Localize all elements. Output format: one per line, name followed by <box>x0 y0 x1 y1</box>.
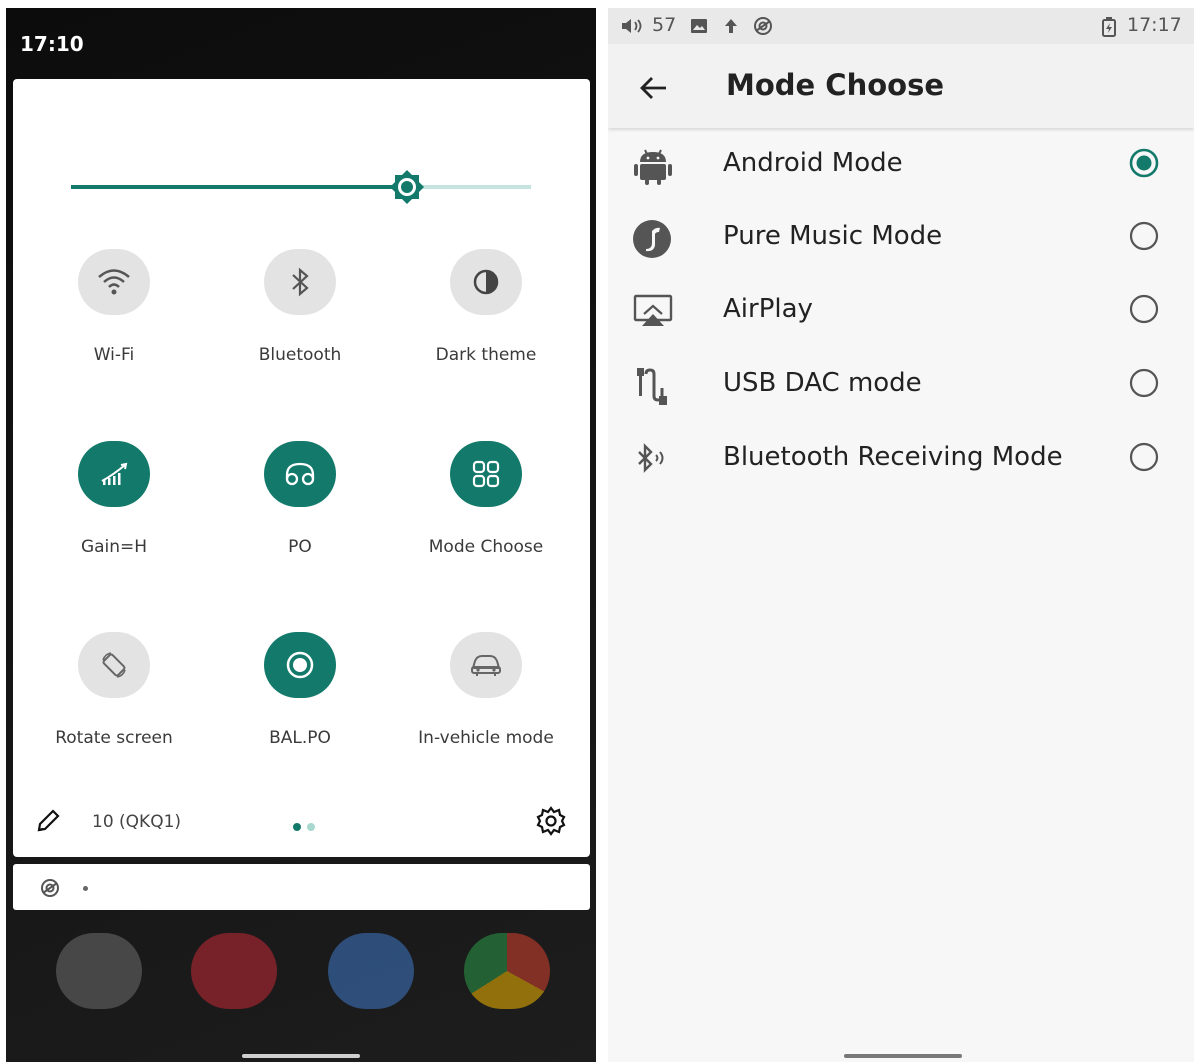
page-title: Mode Choose <box>726 68 945 102</box>
chrome-app-icon[interactable] <box>464 933 550 1009</box>
android-icon <box>632 146 674 186</box>
brightness-thumb-icon <box>390 170 424 204</box>
radio-unselected-icon[interactable] <box>1129 368 1159 398</box>
home-gesture-bar[interactable] <box>844 1054 962 1058</box>
mode-label: Android Mode <box>723 148 903 178</box>
usb-cable-icon <box>632 366 674 406</box>
edit-icon[interactable] <box>35 808 61 838</box>
tile-label: In-vehicle mode <box>418 728 554 748</box>
mode-label: Bluetooth Receiving Mode <box>723 442 1063 472</box>
tile-gain[interactable]: Gain=H <box>21 441 207 561</box>
mode-label: AirPlay <box>723 294 813 324</box>
battery-charging-icon <box>1102 17 1116 37</box>
mode-row-airplay[interactable]: AirPlay <box>608 274 1194 346</box>
rotate-icon <box>78 632 150 698</box>
home-dock <box>6 918 596 1038</box>
left-phone-screen: 17:10 Wi-Fi Bluetooth Dark theme Gain=H … <box>6 8 596 1062</box>
wifi-icon <box>78 249 150 315</box>
status-time: 17:17 <box>1127 14 1182 36</box>
tile-wifi[interactable]: Wi-Fi <box>21 249 207 369</box>
tile-in-vehicle-mode[interactable]: In-vehicle mode <box>393 632 579 752</box>
tile-dark-theme[interactable]: Dark theme <box>393 249 579 369</box>
tile-label: Bluetooth <box>258 345 342 365</box>
mode-row-bluetooth-receiving[interactable]: Bluetooth Receiving Mode <box>608 422 1194 494</box>
files-app-icon[interactable] <box>328 933 414 1009</box>
tile-bal-po[interactable]: BAL.PO <box>207 632 393 752</box>
music-note-icon <box>632 219 674 259</box>
tile-label: Gain=H <box>80 537 148 557</box>
page-indicator <box>293 816 321 835</box>
tile-label: PO <box>288 537 312 557</box>
tile-label: Dark theme <box>435 345 537 365</box>
radio-selected-icon[interactable] <box>1129 148 1159 178</box>
tile-label: Wi-Fi <box>93 345 135 365</box>
status-time: 17:10 <box>20 32 84 56</box>
radio-unselected-icon[interactable] <box>1129 442 1159 472</box>
brightness-slider[interactable] <box>69 167 533 207</box>
tile-bluetooth[interactable]: Bluetooth <box>207 249 393 369</box>
notification-dot <box>83 886 88 891</box>
image-icon <box>691 19 707 33</box>
tile-label: Rotate screen <box>55 728 173 748</box>
quick-settings-panel: Wi-Fi Bluetooth Dark theme Gain=H PO Mod… <box>13 79 590 857</box>
app-toolbar: Mode Choose <box>608 44 1194 128</box>
settings-app-icon[interactable] <box>56 933 142 1009</box>
status-bar: 57 17:17 <box>608 8 1194 44</box>
page-dot-active <box>293 823 301 831</box>
tile-po[interactable]: PO <box>207 441 393 561</box>
tile-mode-choose[interactable]: Mode Choose <box>393 441 579 561</box>
tile-label: BAL.PO <box>269 728 331 748</box>
gain-icon <box>78 441 150 507</box>
cast-icon <box>754 17 772 35</box>
tile-label: Mode Choose <box>428 537 544 557</box>
grid-icon <box>450 441 522 507</box>
right-phone-screen: 57 17:17 Mode Choose Android Mode Pure M… <box>608 8 1194 1062</box>
upload-arrow-icon <box>725 19 737 33</box>
volume-level: 57 <box>652 14 677 36</box>
bluetooth-receive-icon <box>632 440 674 480</box>
mode-row-usb-dac[interactable]: USB DAC mode <box>608 348 1194 420</box>
notification-strip[interactable] <box>13 864 590 910</box>
home-gesture-bar[interactable] <box>242 1054 360 1058</box>
volume-icon <box>622 19 642 33</box>
airplay-icon <box>632 292 674 332</box>
tile-rotate-screen[interactable]: Rotate screen <box>21 632 207 752</box>
back-arrow-icon[interactable] <box>634 68 674 108</box>
gear-icon[interactable] <box>536 806 566 840</box>
mode-row-pure-music[interactable]: Pure Music Mode <box>608 201 1194 273</box>
radio-unselected-icon[interactable] <box>1129 221 1159 251</box>
mode-row-android[interactable]: Android Mode <box>608 128 1194 200</box>
dark-theme-icon <box>450 249 522 315</box>
mode-label: Pure Music Mode <box>723 221 943 251</box>
cast-notification-icon <box>41 879 59 897</box>
balanced-output-icon <box>264 632 336 698</box>
car-icon <box>450 632 522 698</box>
page-dot <box>307 823 315 831</box>
mode-label: USB DAC mode <box>723 368 922 398</box>
headphones-icon <box>264 441 336 507</box>
build-number: 10 (QKQ1) <box>92 812 182 832</box>
radio-unselected-icon[interactable] <box>1129 294 1159 324</box>
bluetooth-icon <box>264 249 336 315</box>
music-app-icon[interactable] <box>191 933 277 1009</box>
